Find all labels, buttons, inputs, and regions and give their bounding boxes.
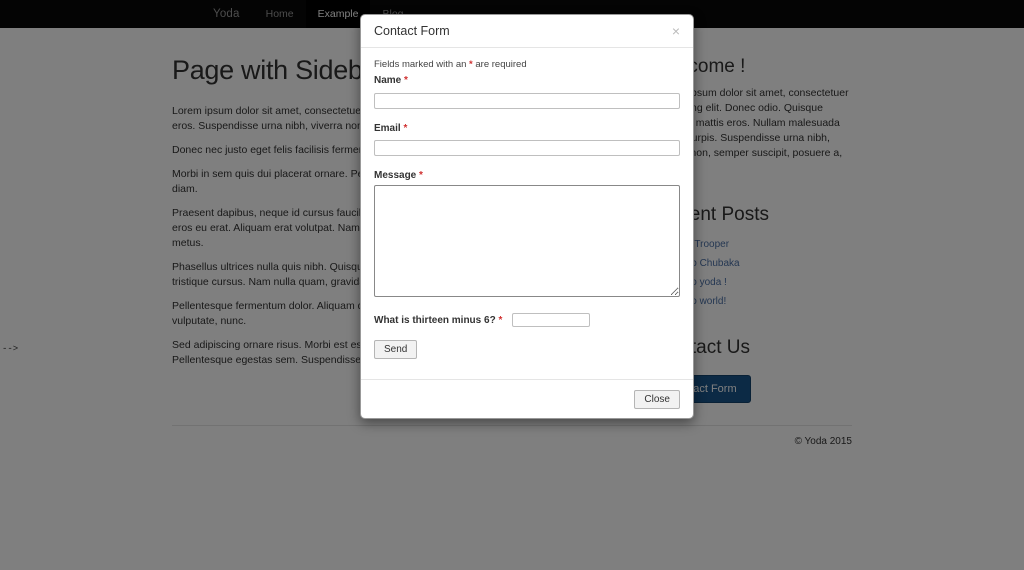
- send-button[interactable]: Send: [374, 340, 418, 359]
- email-field-label: Email *: [374, 123, 680, 134]
- modal-header: Contact Form ×: [361, 15, 693, 48]
- name-label-text: Name: [374, 75, 402, 86]
- close-icon[interactable]: ×: [672, 24, 680, 38]
- required-marker: *: [404, 75, 408, 86]
- captcha-question-label: What is thirteen minus 6? *: [374, 315, 502, 326]
- required-note-suffix: are required: [472, 59, 527, 70]
- modal-footer: Close: [361, 379, 693, 418]
- required-marker: *: [498, 314, 503, 326]
- modal-title: Contact Form: [374, 24, 450, 38]
- close-button[interactable]: Close: [634, 390, 680, 409]
- name-field-label: Name *: [374, 75, 680, 86]
- captcha-question-text: What is thirteen minus 6?: [374, 314, 496, 326]
- captcha-row: What is thirteen minus 6? *: [374, 313, 680, 327]
- required-fields-note: Fields marked with an * are required: [374, 59, 680, 70]
- message-label-text: Message: [374, 170, 417, 181]
- message-field-label: Message *: [374, 170, 680, 181]
- contact-form-modal: Contact Form × Fields marked with an * a…: [360, 14, 694, 419]
- required-marker: *: [403, 122, 408, 134]
- email-label-text: Email: [374, 122, 401, 134]
- modal-body: Fields marked with an * are required Nam…: [361, 48, 693, 379]
- message-textarea[interactable]: [374, 185, 680, 297]
- required-note-prefix: Fields marked with an: [374, 59, 470, 70]
- required-marker: *: [419, 170, 423, 181]
- name-input[interactable]: [374, 92, 680, 109]
- captcha-input[interactable]: [512, 313, 591, 327]
- email-input[interactable]: [374, 140, 680, 156]
